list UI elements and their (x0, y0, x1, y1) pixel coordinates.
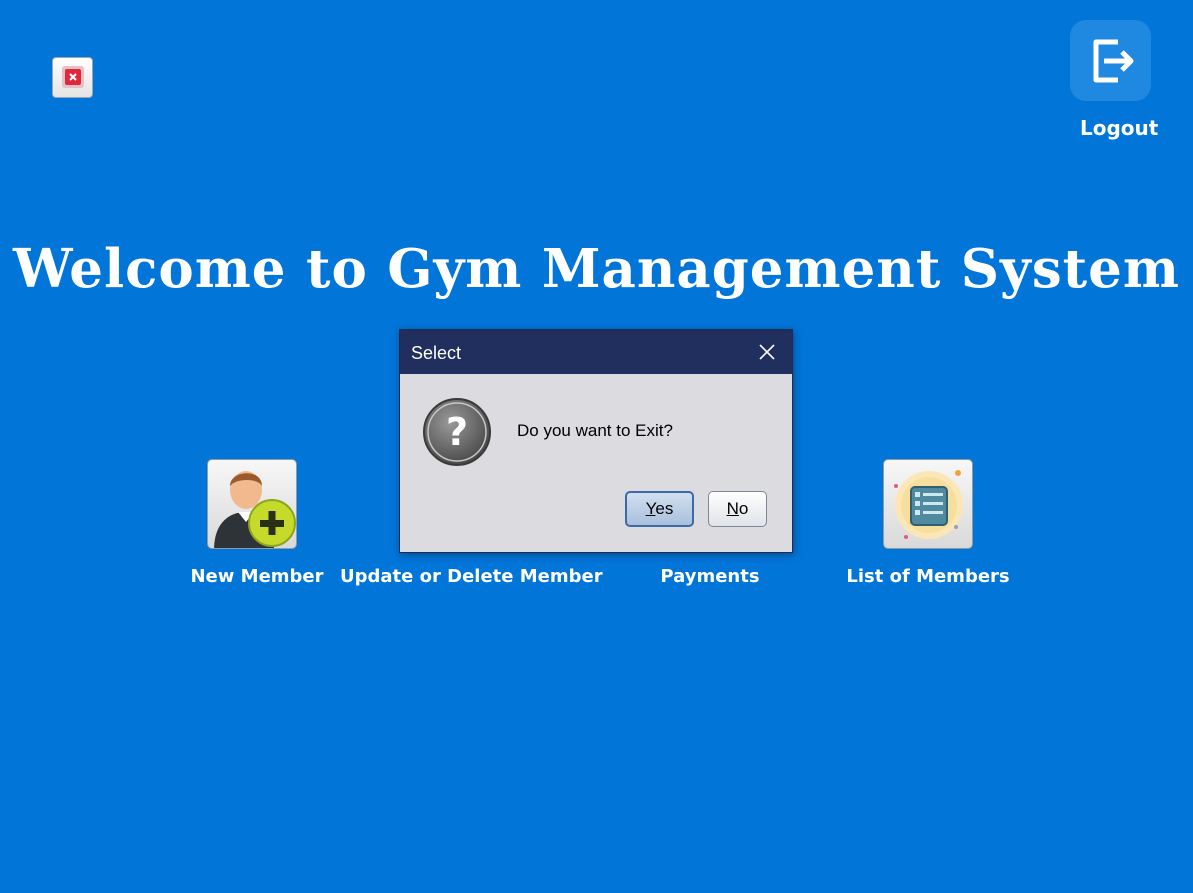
svg-text:?: ? (446, 410, 468, 454)
logout-icon (1093, 39, 1134, 83)
dialog-title: Select (411, 343, 462, 363)
exit-app-button[interactable] (52, 57, 93, 98)
update-delete-member-label[interactable]: Update or Delete Member (340, 566, 603, 587)
add-member-icon (214, 471, 296, 548)
close-icon (62, 66, 84, 88)
logout-button[interactable] (1070, 20, 1151, 101)
close-icon (759, 344, 775, 360)
page-title: Welcome to Gym Management System (13, 238, 1180, 300)
new-member-label[interactable]: New Member (177, 566, 337, 587)
member-list-icon (894, 470, 963, 539)
exit-confirm-dialog: Select ? Do you want to Exit? Yes No (399, 329, 793, 553)
dialog-titlebar[interactable]: Select (400, 330, 792, 374)
logout-label[interactable]: Logout (1070, 116, 1170, 140)
dialog-close-button[interactable] (750, 336, 784, 368)
new-member-button[interactable] (207, 459, 297, 549)
no-button[interactable]: No (708, 491, 767, 527)
yes-button[interactable]: Yes (625, 491, 694, 527)
list-of-members-button[interactable] (883, 459, 973, 549)
payments-label[interactable]: Payments (650, 566, 770, 587)
question-icon: ? (422, 397, 492, 467)
dialog-message: Do you want to Exit? (517, 421, 673, 440)
list-of-members-label[interactable]: List of Members (838, 566, 1018, 587)
